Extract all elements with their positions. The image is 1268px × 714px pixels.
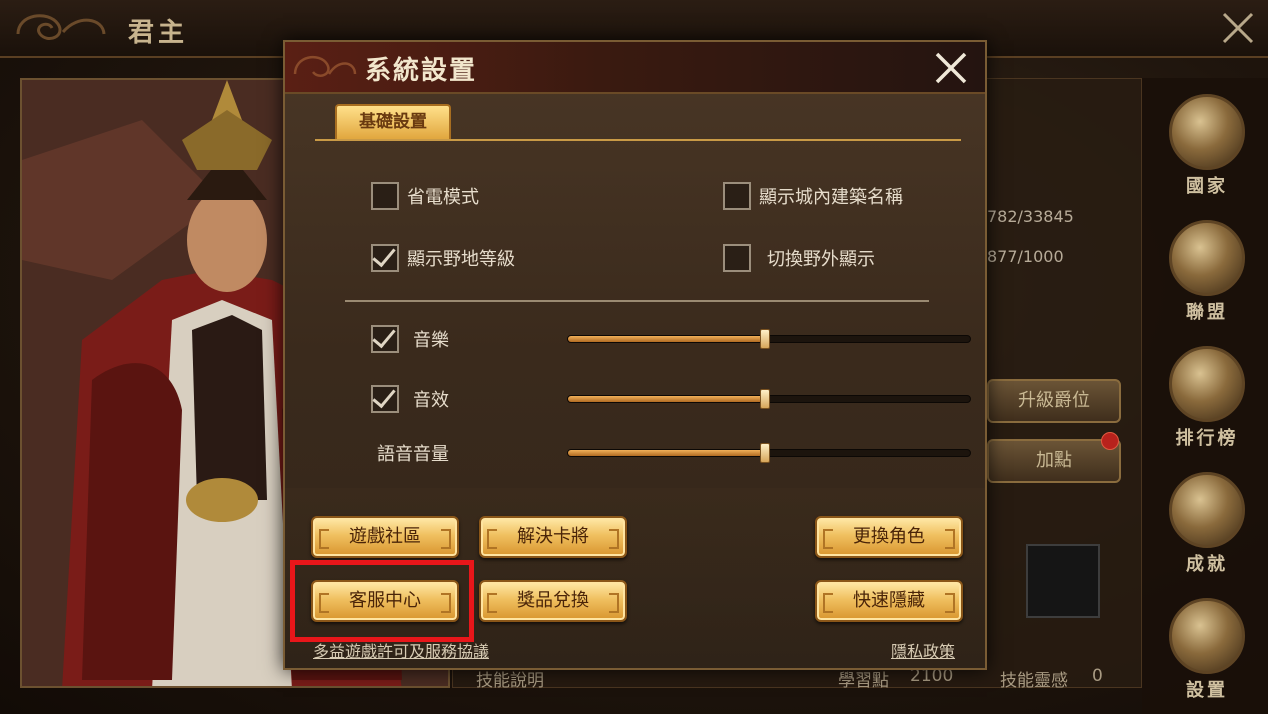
change-role-button[interactable]: 更換角色 <box>815 516 963 558</box>
quick-hide-button[interactable]: 快速隱藏 <box>815 580 963 622</box>
sfx-label: 音效 <box>413 390 449 411</box>
checkbox-box[interactable] <box>371 182 399 210</box>
settings-gear-icon <box>1169 598 1245 674</box>
prize-redeem-button[interactable]: 獎品兌換 <box>479 580 627 622</box>
dialog-header: 系統設置 <box>285 42 985 94</box>
nav-achievement[interactable]: 成就 <box>1168 472 1246 576</box>
voice-volume-slider[interactable] <box>567 443 971 463</box>
slider-fill <box>568 336 765 342</box>
tab-basic-settings[interactable]: 基礎設置 <box>335 104 451 140</box>
stat-energy: 877/1000 <box>987 247 1064 266</box>
voice-volume-slider-row: 語音音量 <box>371 438 971 468</box>
checkbox-box[interactable] <box>371 242 399 272</box>
slider-knob[interactable] <box>759 389 770 409</box>
side-navigation: 國家 聯盟 排行榜 成就 設置 <box>1142 78 1268 714</box>
stat-exp: 782/33845 <box>987 207 1074 226</box>
nav-settings[interactable]: 設置 <box>1168 598 1246 702</box>
close-icon[interactable] <box>1218 10 1258 46</box>
slider-knob[interactable] <box>759 443 770 463</box>
nav-ranking[interactable]: 排行榜 <box>1168 346 1246 450</box>
achievement-icon <box>1169 472 1245 548</box>
nav-alliance[interactable]: 聯盟 <box>1168 220 1246 324</box>
checkbox-label: 省電模式 <box>407 187 479 208</box>
slider-fill <box>568 396 765 402</box>
upgrade-title-button[interactable]: 升級爵位 <box>987 379 1121 423</box>
highlight-box <box>290 560 474 642</box>
fix-stuck-button[interactable]: 解決卡將 <box>479 516 627 558</box>
slider-fill <box>568 450 765 456</box>
voice-volume-label: 語音音量 <box>377 444 449 465</box>
add-points-button[interactable]: 加點 <box>987 439 1121 483</box>
checkbox-label: 顯示野地等級 <box>407 249 515 270</box>
checkbox-label: 顯示城內建築名稱 <box>759 187 903 208</box>
show-field-level-checkbox[interactable]: 顯示野地等級 <box>371 242 515 272</box>
sfx-slider-row: 音效 <box>371 383 971 414</box>
checkbox-label: 切換野外顯示 <box>767 249 875 270</box>
dialog-title: 系統設置 <box>365 56 478 86</box>
slider-knob[interactable] <box>759 329 770 349</box>
notification-dot <box>1101 432 1119 450</box>
tab-underline <box>315 139 961 141</box>
privacy-policy-link[interactable]: 隱私政策 <box>891 638 955 662</box>
ranking-icon <box>1169 346 1245 422</box>
ornament-swirl-icon <box>16 14 106 40</box>
nation-icon <box>1169 94 1245 170</box>
music-slider[interactable] <box>567 329 971 349</box>
empty-slot[interactable] <box>1026 544 1100 618</box>
power-saving-checkbox[interactable]: 省電模式 <box>371 182 479 210</box>
nav-nation[interactable]: 國家 <box>1168 94 1246 198</box>
switch-field-display-checkbox[interactable]: 切換野外顯示 <box>723 244 875 272</box>
close-icon[interactable] <box>929 48 973 88</box>
sfx-checkbox[interactable] <box>371 383 399 413</box>
game-community-button[interactable]: 遊戲社區 <box>311 516 459 558</box>
show-building-names-checkbox[interactable]: 顯示城內建築名稱 <box>723 182 903 210</box>
section-divider <box>345 300 929 302</box>
sfx-slider[interactable] <box>567 389 971 409</box>
ornament-swirl-icon <box>293 55 357 77</box>
music-checkbox[interactable] <box>371 323 399 353</box>
music-slider-row: 音樂 <box>371 323 971 354</box>
page-title: 君主 <box>128 18 189 48</box>
music-label: 音樂 <box>413 330 449 351</box>
checkbox-box[interactable] <box>723 182 751 210</box>
checkbox-box[interactable] <box>723 244 751 272</box>
skill-insight-label: 技能靈感 <box>1000 671 1068 691</box>
alliance-icon <box>1169 220 1245 296</box>
skill-insight-value: 0 <box>1092 666 1103 686</box>
